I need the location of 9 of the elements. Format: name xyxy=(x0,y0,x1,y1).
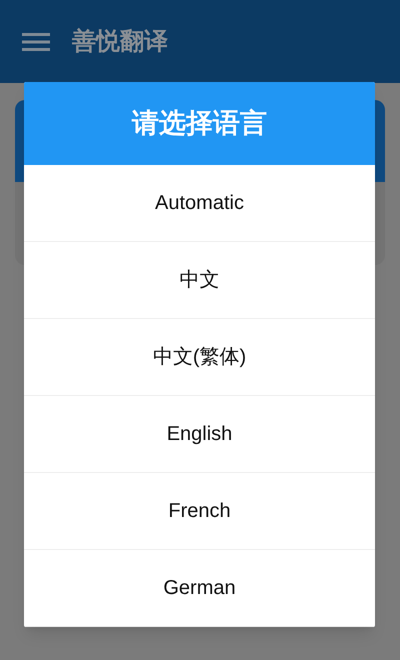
language-option[interactable]: Automatic xyxy=(24,165,375,242)
menu-icon[interactable] xyxy=(22,32,50,52)
language-option[interactable]: 中文(繁体) xyxy=(24,319,375,396)
language-option[interactable]: 中文 xyxy=(24,242,375,319)
language-option[interactable]: English xyxy=(24,396,375,473)
dialog-title: 请选择语言 xyxy=(132,107,267,140)
language-option[interactable]: French xyxy=(24,473,375,550)
app-title: 善悦翻译 xyxy=(72,26,168,56)
language-option[interactable]: German xyxy=(24,550,375,627)
